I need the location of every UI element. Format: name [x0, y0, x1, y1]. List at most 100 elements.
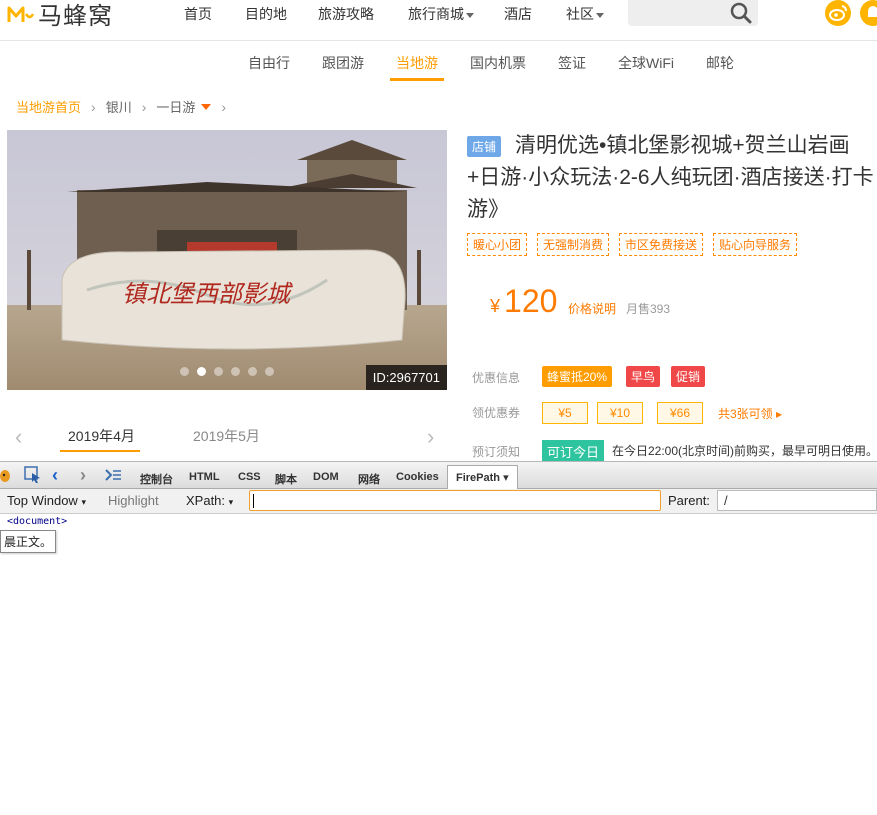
- tab-cookies[interactable]: Cookies: [396, 471, 439, 483]
- coupon-5[interactable]: ¥5: [542, 402, 588, 424]
- monthly-sales: 月售393: [626, 302, 671, 316]
- carousel-dot-active[interactable]: [197, 367, 206, 376]
- calendar-active-indicator: [60, 450, 140, 452]
- dropdown-triangle-icon[interactable]: [201, 103, 212, 110]
- tab-cruise[interactable]: 邮轮: [706, 53, 734, 73]
- firebug-icon[interactable]: [0, 466, 14, 489]
- promo-label: 优惠信息: [472, 371, 521, 385]
- command-line-icon[interactable]: [104, 467, 122, 488]
- promo-badge-honey: 蜂蜜抵20%: [542, 366, 613, 387]
- nav-guides[interactable]: 旅游攻略: [318, 4, 374, 24]
- carousel-dot[interactable]: [180, 367, 189, 376]
- devtools-tab-bar: ‹ › 控制台 HTML CSS 脚本 DOM 网络 Cookies FireP…: [0, 461, 877, 490]
- logo[interactable]: 马蜂窝: [6, 0, 113, 30]
- tab-visa[interactable]: 签证: [558, 53, 586, 73]
- brand-name: 马蜂窝: [38, 2, 113, 30]
- carousel-dots: [180, 367, 274, 376]
- tab-firepath[interactable]: FirePath ▾: [447, 465, 518, 490]
- booking-notice-text: 在今日22:00(北京时间)前购买，最早可明日使用。: [612, 444, 877, 458]
- parent-input[interactable]: /: [717, 490, 877, 511]
- nav-hotel[interactable]: 酒店: [504, 4, 532, 24]
- tab-group-tour[interactable]: 跟团游: [322, 53, 364, 73]
- price-explanation-link[interactable]: 价格说明: [568, 300, 616, 317]
- promo-badge-sale: 促销: [671, 366, 706, 387]
- tab-css[interactable]: CSS: [238, 471, 261, 483]
- notification-icon[interactable]: [860, 0, 877, 26]
- coupon-label: 领优惠券: [472, 406, 521, 420]
- sub-navigation: 自由行 跟团游 当地游 国内机票 签证 全球WiFi 邮轮: [0, 41, 877, 83]
- tab-network[interactable]: 网络: [358, 471, 380, 487]
- tab-free-travel[interactable]: 自由行: [248, 53, 290, 73]
- feature-tag: 市区免费接送: [619, 233, 704, 256]
- feature-tags: 暖心小团 无强制消费 市区免费接送 贴心向导服务: [467, 233, 798, 256]
- tab-dom[interactable]: DOM: [313, 471, 339, 483]
- chevron-down-icon: ▾: [503, 472, 509, 484]
- tab-local-tour[interactable]: 当地游: [396, 53, 438, 73]
- calendar-tab-may[interactable]: 2019年5月: [193, 426, 260, 446]
- tab-domestic-flights[interactable]: 国内机票: [470, 53, 526, 73]
- coupon-10[interactable]: ¥10: [597, 402, 643, 424]
- nav-home[interactable]: 首页: [184, 4, 212, 24]
- chevron-down-icon: ▾: [228, 497, 234, 507]
- bookable-today-badge: 可订今日: [542, 440, 605, 463]
- feature-tag: 无强制消费: [537, 233, 610, 256]
- forward-arrow-icon[interactable]: ›: [80, 465, 86, 486]
- breadcrumb-home[interactable]: 当地游首页: [16, 97, 81, 116]
- xpath-input[interactable]: [249, 490, 661, 511]
- back-arrow-icon[interactable]: ‹: [52, 465, 58, 486]
- chevron-down-icon: [596, 12, 604, 18]
- search-input[interactable]: [628, 0, 758, 26]
- nav-community[interactable]: 社区: [566, 4, 604, 24]
- product-image[interactable]: 镇北堡西部影城 ID:2967701: [7, 130, 447, 390]
- highlight-button[interactable]: Highlight: [108, 493, 159, 508]
- chevron-left-icon[interactable]: ‹: [15, 424, 22, 450]
- coupon-66[interactable]: ¥66: [657, 402, 703, 424]
- chevron-down-icon: [466, 12, 474, 18]
- price: ¥ 120: [490, 283, 557, 320]
- tooltip: 晨正文。: [0, 530, 57, 553]
- carousel-dot[interactable]: [265, 367, 274, 376]
- weibo-icon[interactable]: [825, 0, 851, 26]
- nav-destination[interactable]: 目的地: [245, 4, 287, 24]
- carousel-dot[interactable]: [231, 367, 240, 376]
- tab-html[interactable]: HTML: [189, 471, 220, 483]
- text-cursor: [253, 494, 254, 508]
- tab-console[interactable]: 控制台: [140, 471, 173, 487]
- promo-badge-early-bird: 早鸟: [626, 366, 661, 387]
- tab-script[interactable]: 脚本: [275, 471, 297, 487]
- price-value: 120: [504, 283, 558, 319]
- breadcrumb: 当地游首页 › 银川 › 一日游 ›: [16, 97, 226, 116]
- tab-global-wifi[interactable]: 全球WiFi: [618, 53, 674, 73]
- carousel-dot[interactable]: [248, 367, 257, 376]
- active-tab-indicator: [390, 78, 444, 81]
- currency-symbol: ¥: [490, 296, 501, 316]
- product-id-label: ID:2967701: [365, 365, 447, 390]
- carousel-dot[interactable]: [214, 367, 223, 376]
- chevron-right-icon: ›: [221, 98, 227, 115]
- chevron-right-icon[interactable]: ›: [427, 424, 434, 450]
- mafengwo-logo-icon: [6, 2, 35, 24]
- top-window-dropdown[interactable]: Top Window ▾: [7, 493, 86, 508]
- chevron-right-icon: ▸: [776, 407, 783, 421]
- product-title: 清明优选•镇北堡影视城+贺兰山岩画+日游·小众玩法·2-6人纯玩团·酒店接送·打…: [467, 134, 874, 221]
- calendar-tab-april[interactable]: 2019年4月: [68, 426, 135, 446]
- search-icon[interactable]: [730, 2, 752, 24]
- inspect-element-icon[interactable]: [24, 466, 42, 489]
- parent-label: Parent:: [668, 493, 710, 508]
- firepath-toolbar: Top Window ▾ Highlight XPath: ▾ Parent: …: [0, 489, 877, 514]
- document-node[interactable]: <document>: [7, 516, 67, 527]
- breadcrumb-category[interactable]: 一日游: [156, 97, 195, 116]
- chevron-right-icon: ›: [91, 98, 96, 115]
- booking-notice-label: 预订须知: [472, 445, 521, 459]
- chevron-right-icon: ›: [141, 98, 147, 115]
- sign-text: 镇北堡西部影城: [122, 280, 293, 308]
- chevron-down-icon: ▾: [81, 497, 86, 507]
- nav-mall[interactable]: 旅行商城: [408, 4, 474, 24]
- xpath-selector-dropdown[interactable]: XPath: ▾: [186, 493, 233, 508]
- feature-tag: 贴心向导服务: [713, 233, 798, 256]
- shop-badge: 店铺: [467, 136, 502, 157]
- photo-scene: 镇北堡西部影城: [7, 130, 447, 390]
- claim-coupons-link[interactable]: 共3张可领 ▸: [718, 405, 782, 422]
- feature-tag: 暖心小团: [467, 233, 528, 256]
- breadcrumb-city[interactable]: 银川: [106, 97, 132, 116]
